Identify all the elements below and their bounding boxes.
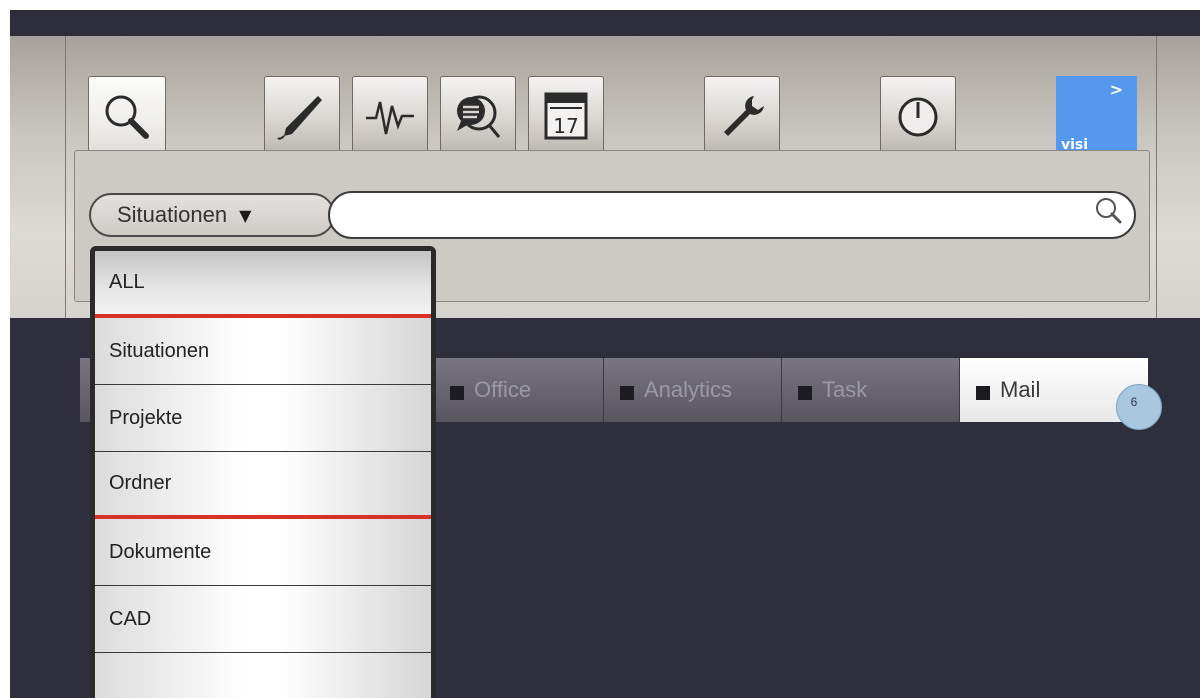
header-divider-right <box>1156 36 1157 318</box>
chat-search-icon <box>449 87 507 145</box>
tab-square-icon <box>976 386 990 400</box>
search-scope-dropdown: ALL Situationen Projekte Ordner Dokument… <box>90 246 436 698</box>
power-icon <box>890 88 946 144</box>
chevron-down-icon: ▼ <box>239 205 252 225</box>
calendar-button[interactable]: 17 <box>528 76 604 156</box>
pen-icon <box>274 88 330 144</box>
search-icon <box>100 90 154 144</box>
dropdown-item-more[interactable] <box>95 653 431 698</box>
settings-button[interactable] <box>704 76 780 156</box>
tab-square-icon <box>620 386 634 400</box>
dropdown-item-label: CAD <box>109 607 152 630</box>
dropdown-item-label: Projekte <box>109 406 183 429</box>
dropdown-item-projekte[interactable]: Projekte <box>95 385 431 452</box>
tab-task[interactable]: Task <box>782 358 960 422</box>
search-scope-select[interactable]: Situationen ▼ <box>89 193 335 237</box>
tab-label: Analytics <box>644 377 733 402</box>
tab-label: Office <box>474 377 532 402</box>
tab-office[interactable]: Office <box>430 358 604 422</box>
dropdown-item-situationen[interactable]: Situationen <box>95 318 431 385</box>
tab-mail[interactable]: Mail 6 <box>960 358 1162 430</box>
tab-analytics[interactable]: Analytics <box>604 358 782 422</box>
tab-square-icon <box>450 386 464 400</box>
dropdown-item-cad[interactable]: CAD <box>95 586 431 653</box>
dropdown-item-dokumente[interactable]: Dokumente <box>95 519 431 586</box>
calendar-day-number: 17 <box>553 114 578 138</box>
activity-icon <box>362 88 418 144</box>
search-button[interactable] <box>88 76 166 158</box>
tab-label: Mail <box>1000 377 1041 402</box>
activity-button[interactable] <box>352 76 428 156</box>
header-divider-left <box>65 36 66 318</box>
dropdown-item-label: Ordner <box>109 472 172 494</box>
dropdown-item-label: Situationen <box>109 339 210 362</box>
dropdown-item-label: ALL <box>109 271 145 293</box>
visi-arrow: > <box>1109 80 1123 99</box>
mail-count-badge: 6 <box>1116 384 1162 430</box>
dropdown-item-ordner[interactable]: Ordner <box>95 452 431 519</box>
chat-search-button[interactable] <box>440 76 516 156</box>
calendar-icon: 17 <box>538 88 594 144</box>
app-window: 17 > visi Situationen ▼ Office Analytics… <box>10 10 1200 698</box>
power-button[interactable] <box>880 76 956 156</box>
search-scope-label: Situationen <box>117 202 228 227</box>
dropdown-item-all[interactable]: ALL <box>95 251 431 318</box>
wrench-icon <box>714 88 770 144</box>
top-bar <box>10 10 1200 36</box>
tab-square-icon <box>798 386 812 400</box>
edit-button[interactable] <box>264 76 340 156</box>
search-field-icon[interactable] <box>1092 194 1126 233</box>
tab-label: Task <box>822 377 868 402</box>
search-input[interactable] <box>328 191 1136 239</box>
visi-button[interactable]: > visi <box>1056 76 1137 157</box>
dropdown-item-label: Dokumente <box>109 540 212 563</box>
